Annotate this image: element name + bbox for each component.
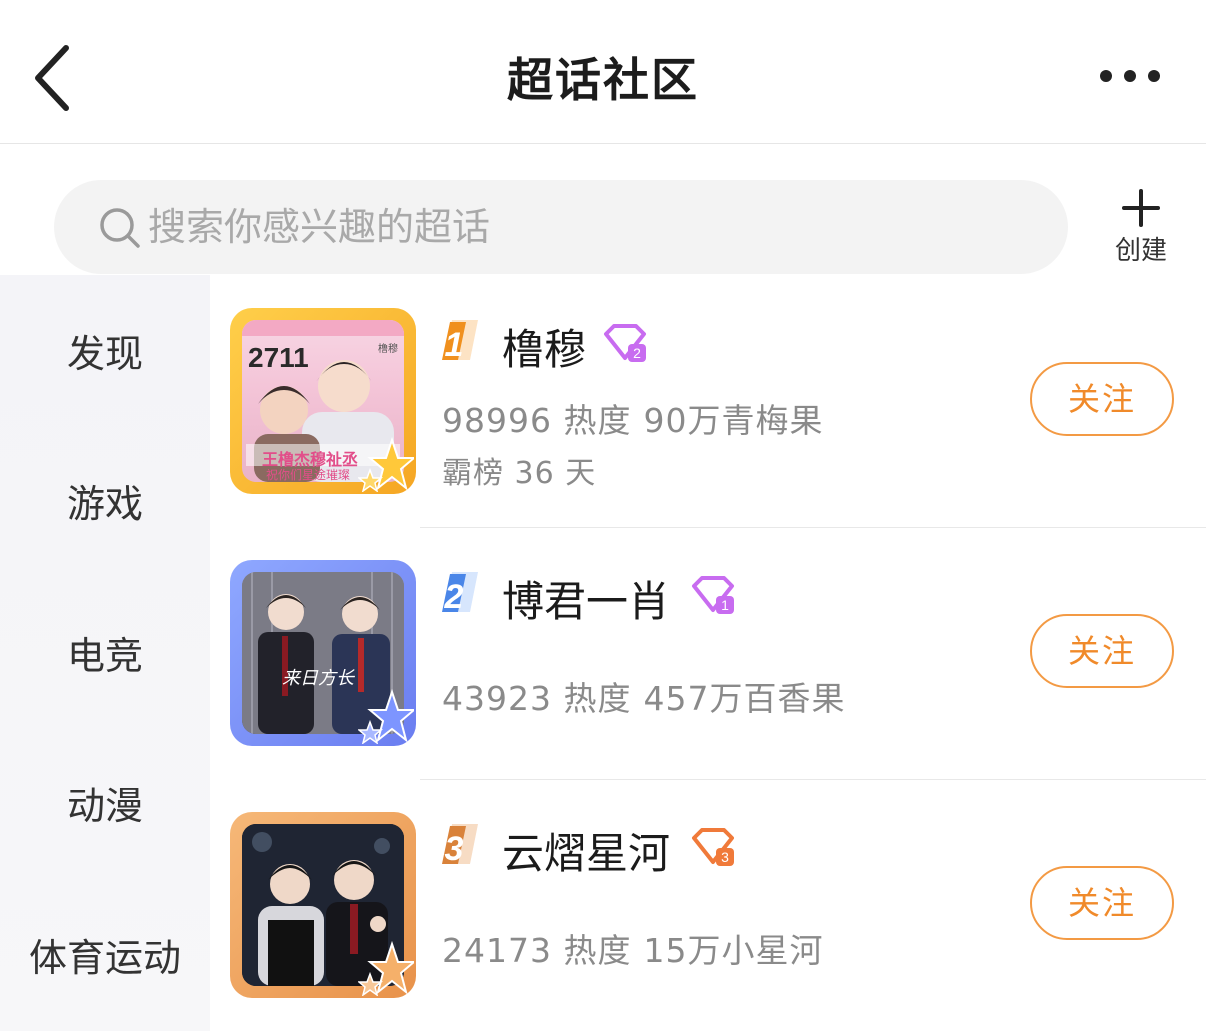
- plus-icon: [1122, 189, 1160, 227]
- topic-stats: 43923 热度 457万百香果: [442, 672, 845, 720]
- rank-number: 3: [445, 830, 464, 868]
- search-bar[interactable]: [54, 180, 1068, 274]
- page-title: 超话社区: [507, 53, 699, 107]
- sidebar-item-discover[interactable]: 发现: [0, 323, 210, 378]
- topic-avatar[interactable]: 来日方长: [230, 560, 416, 746]
- list-item[interactable]: 3 云熠星河 3 24173 热度 15万小星河 关注: [230, 780, 1206, 1032]
- rank-badge-icon: 3: [442, 824, 478, 868]
- sidebar-item-esports[interactable]: 电竞: [0, 625, 210, 680]
- rank-badge-icon: 2: [442, 572, 478, 616]
- topic-name[interactable]: 橹穆: [502, 316, 586, 377]
- gem-level-icon: 2: [604, 324, 646, 362]
- sidebar-item-sports[interactable]: 体育运动: [0, 927, 210, 982]
- topic-stats: 98996 热度 90万青梅果: [442, 394, 823, 442]
- search-input[interactable]: [148, 202, 1028, 252]
- follow-button[interactable]: 关注: [1030, 362, 1174, 436]
- more-button[interactable]: [1090, 58, 1170, 94]
- search-icon: [100, 208, 140, 248]
- fans-value: 15万小星河: [643, 931, 824, 970]
- create-label: 创建: [1114, 236, 1167, 266]
- rank-number: 2: [444, 578, 464, 616]
- top-bar: 超话社区: [0, 0, 1206, 144]
- gem-level-icon: 1: [692, 576, 734, 614]
- topic-name[interactable]: 博君一肖: [502, 568, 670, 629]
- star-badge-icon: [358, 688, 414, 744]
- list-item[interactable]: 来日方长 2 博君一肖 1 43923 热度 457万百香果 关注: [230, 528, 1206, 780]
- rank-badge-icon: 1: [442, 320, 478, 364]
- follow-button[interactable]: 关注: [1030, 614, 1174, 688]
- topic-stats: 24173 热度 15万小星河: [442, 924, 823, 972]
- avatar-tag: 橹穆: [378, 344, 398, 355]
- topic-name[interactable]: 云熠星河: [502, 820, 670, 881]
- ranking-streak: 霸榜 36 天: [442, 456, 597, 491]
- gem-level-number: 2: [633, 345, 641, 361]
- star-badge-icon: [358, 940, 414, 996]
- create-button[interactable]: 创建: [1100, 188, 1182, 268]
- topic-avatar[interactable]: 2711 橹穆 王橹杰穆祉丞 祝你们星途璀璨: [230, 308, 416, 494]
- rank-number: 1: [445, 326, 464, 364]
- topic-avatar[interactable]: [230, 812, 416, 998]
- gem-level-icon: 3: [692, 828, 734, 866]
- fans-value: 90万青梅果: [643, 401, 824, 440]
- heat-value: 98996 热度: [442, 401, 632, 440]
- avatar-caption: 来日方长: [282, 668, 354, 689]
- heat-value: 43923 热度: [442, 679, 632, 718]
- more-icon: [1100, 70, 1160, 82]
- fans-value: 457万百香果: [643, 679, 846, 718]
- gem-level-number: 1: [721, 597, 729, 613]
- avatar-overlay-title: 2711: [248, 342, 309, 373]
- list-item[interactable]: 2711 橹穆 王橹杰穆祉丞 祝你们星途璀璨 1 橹穆 2 98996 热度 90…: [230, 276, 1206, 528]
- avatar-subcaption: 祝你们星途璀璨: [266, 468, 351, 482]
- sidebar-item-games[interactable]: 游戏: [0, 473, 210, 528]
- category-sidebar: 发现 游戏 电竞 动漫 体育运动: [0, 275, 210, 1031]
- heat-value: 24173 热度: [442, 931, 632, 970]
- sidebar-item-anime[interactable]: 动漫: [0, 775, 210, 830]
- gem-level-number: 3: [721, 849, 729, 865]
- follow-button[interactable]: 关注: [1030, 866, 1174, 940]
- star-badge-icon: [358, 436, 414, 492]
